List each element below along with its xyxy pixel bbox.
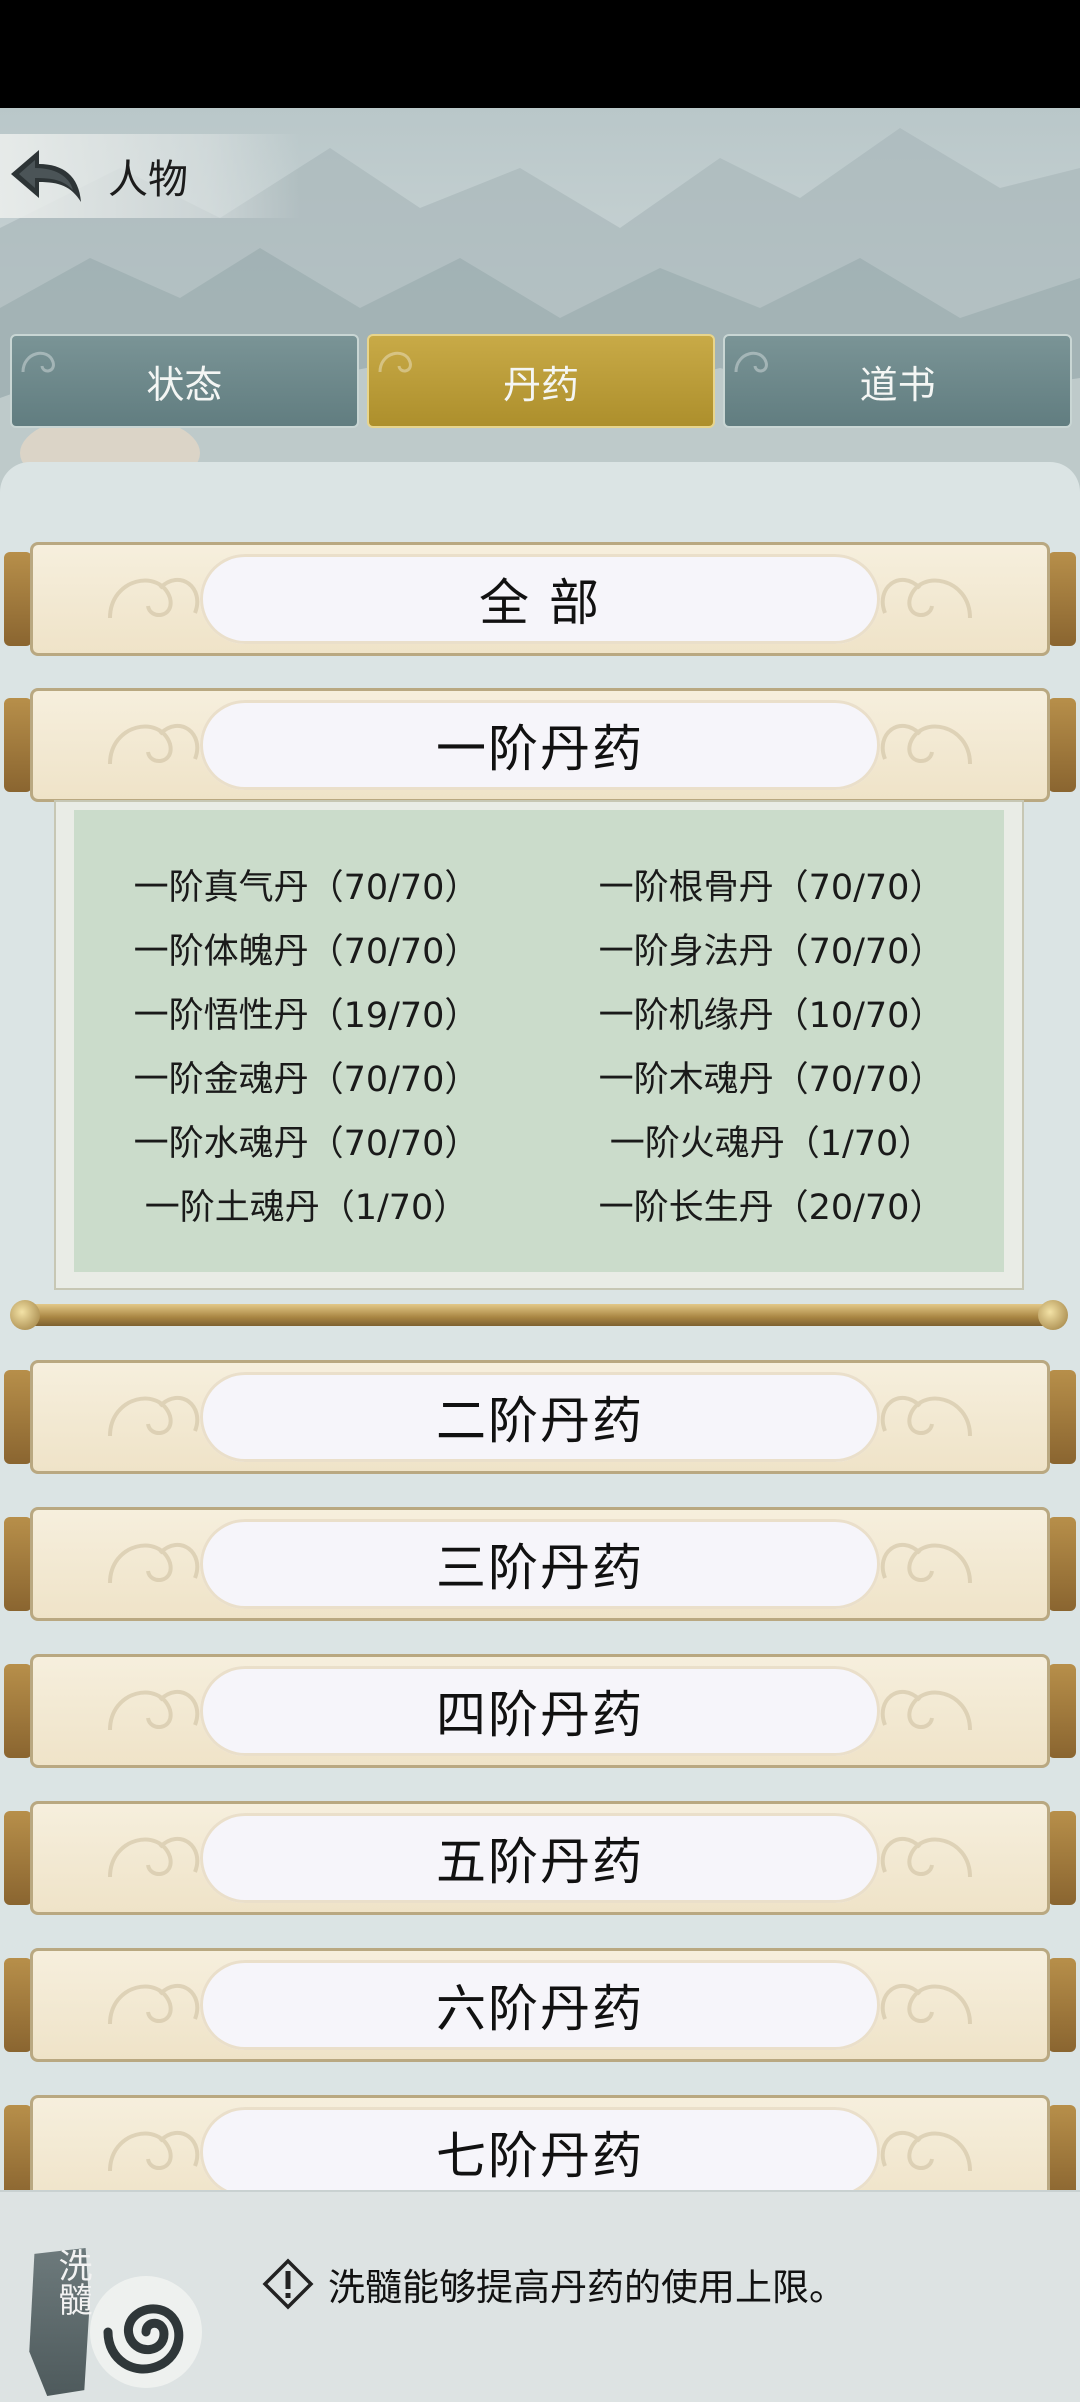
cloud-ornament-icon	[880, 1689, 972, 1731]
pill-item[interactable]: 一阶土魂丹（1/70）	[74, 1179, 539, 1230]
pill-item[interactable]: 一阶金魂丹（70/70）	[74, 1051, 539, 1102]
pill-item[interactable]: 一阶悟性丹（19/70）	[74, 987, 539, 1038]
scroll-end-left	[4, 2105, 32, 2190]
category-tier4[interactable]: 四阶丹药	[0, 1648, 1080, 1774]
category-tier1[interactable]: 一阶丹药	[0, 682, 1080, 808]
pill-item[interactable]: 一阶根骨丹（70/70）	[539, 859, 1004, 910]
pill-item[interactable]: 一阶体魄丹（70/70）	[74, 923, 539, 974]
pill-item[interactable]: 一阶身法丹（70/70）	[539, 923, 1004, 974]
tab-label: 道书	[859, 362, 936, 407]
pill-row: 一阶体魄丹（70/70） 一阶身法丹（70/70）	[74, 916, 1004, 980]
pill-item[interactable]: 一阶火魂丹（1/70）	[539, 1115, 1004, 1166]
pill-item[interactable]: 一阶长生丹（20/70）	[539, 1179, 1004, 1230]
warning-diamond-icon	[262, 2258, 314, 2310]
scroll-end-right	[1048, 552, 1076, 646]
scroll-end-left	[4, 1664, 32, 1758]
tab-pills[interactable]: 丹药	[366, 334, 716, 428]
tab-bar: 状态 丹药 道书	[10, 334, 1073, 430]
tab-label: 状态	[146, 362, 223, 407]
xisui-button[interactable]: 洗髓	[28, 2248, 208, 2398]
cloud-ornament-icon	[880, 723, 972, 765]
footer-bar: 洗髓 洗髓能够提高丹药的使用上限。	[0, 2190, 1080, 2402]
tab-status[interactable]: 状态	[10, 334, 359, 428]
cloud-ornament-icon	[108, 1836, 200, 1878]
scroll-end-right	[1048, 1517, 1076, 1611]
scroll-end-left	[4, 552, 32, 646]
category-all[interactable]: 全 部	[0, 536, 1080, 662]
category-tier2[interactable]: 二阶丹药	[0, 1354, 1080, 1480]
header-bar: 人物	[0, 134, 300, 218]
scroll-end-left	[4, 698, 32, 792]
category-tier5[interactable]: 五阶丹药	[0, 1795, 1080, 1921]
back-arrow-icon	[11, 150, 81, 202]
xisui-label: 洗髓	[52, 2248, 92, 2316]
spiral-vortex-icon	[90, 2276, 202, 2388]
cloud-swirl-icon	[21, 351, 55, 373]
pill-row: 一阶土魂丹（1/70） 一阶长生丹（20/70）	[74, 1172, 1004, 1236]
category-label: 二阶丹药	[200, 1372, 880, 1462]
pill-row: 一阶真气丹（70/70） 一阶根骨丹（70/70）	[74, 852, 1004, 916]
cloud-ornament-icon	[880, 2130, 972, 2172]
category-label: 五阶丹药	[200, 1813, 880, 1903]
cloud-ornament-icon	[108, 577, 200, 619]
category-label: 六阶丹药	[200, 1960, 880, 2050]
scroll-end-right	[1048, 698, 1076, 792]
cloud-ornament-icon	[108, 1395, 200, 1437]
cloud-ornament-icon	[880, 1836, 972, 1878]
tier1-pill-list: 一阶真气丹（70/70） 一阶根骨丹（70/70） 一阶体魄丹（70/70） 一…	[54, 800, 1024, 1290]
pill-row: 一阶水魂丹（70/70） 一阶火魂丹（1/70）	[74, 1108, 1004, 1172]
pill-item[interactable]: 一阶木魂丹（70/70）	[539, 1051, 1004, 1102]
cloud-ornament-icon	[108, 1542, 200, 1584]
cloud-ornament-icon	[108, 723, 200, 765]
category-label: 四阶丹药	[200, 1666, 880, 1756]
pill-grid: 一阶真气丹（70/70） 一阶根骨丹（70/70） 一阶体魄丹（70/70） 一…	[74, 852, 1004, 1236]
category-label: 一阶丹药	[200, 700, 880, 790]
back-button[interactable]	[0, 134, 90, 218]
scroll-end-left	[4, 1370, 32, 1464]
pill-row: 一阶悟性丹（19/70） 一阶机缘丹（10/70）	[74, 980, 1004, 1044]
category-tier7[interactable]: 七阶丹药	[0, 2089, 1080, 2190]
cloud-ornament-icon	[880, 1542, 972, 1584]
scroll-end-right	[1048, 1370, 1076, 1464]
status-bar	[0, 0, 1080, 108]
cloud-ornament-icon	[880, 1395, 972, 1437]
hint-row: 洗髓能够提高丹药的使用上限。	[262, 2254, 846, 2314]
cloud-swirl-icon	[378, 351, 412, 373]
scroll-end-right	[1048, 2105, 1076, 2190]
cloud-ornament-icon	[108, 1689, 200, 1731]
cloud-ornament-icon	[880, 577, 972, 619]
scroll-end-right	[1048, 1958, 1076, 2052]
pill-list-background: 一阶真气丹（70/70） 一阶根骨丹（70/70） 一阶体魄丹（70/70） 一…	[74, 810, 1004, 1272]
category-tier6[interactable]: 六阶丹药	[0, 1942, 1080, 2068]
pill-row: 一阶金魂丹（70/70） 一阶木魂丹（70/70）	[74, 1044, 1004, 1108]
cloud-ornament-icon	[108, 2130, 200, 2172]
cloud-ornament-icon	[880, 1983, 972, 2025]
scroll-end-right	[1048, 1664, 1076, 1758]
category-label: 全 部	[200, 554, 880, 644]
hint-text: 洗髓能够提高丹药的使用上限。	[328, 2266, 846, 2309]
scroll-end-left	[4, 1517, 32, 1611]
category-label: 七阶丹药	[200, 2107, 880, 2190]
pill-item[interactable]: 一阶真气丹（70/70）	[74, 859, 539, 910]
cloud-ornament-icon	[108, 1983, 200, 2025]
pill-item[interactable]: 一阶机缘丹（10/70）	[539, 987, 1004, 1038]
scroll-rod	[10, 1300, 1068, 1330]
category-label: 三阶丹药	[200, 1519, 880, 1609]
category-tier3[interactable]: 三阶丹药	[0, 1501, 1080, 1627]
tab-daoshu[interactable]: 道书	[723, 334, 1073, 428]
cloud-swirl-icon	[734, 351, 769, 373]
scroll-end-left	[4, 1958, 32, 2052]
page-title: 人物	[108, 157, 188, 203]
tab-label: 丹药	[503, 362, 580, 407]
scroll-end-left	[4, 1811, 32, 1905]
scroll-end-right	[1048, 1811, 1076, 1905]
pill-item[interactable]: 一阶水魂丹（70/70）	[74, 1115, 539, 1166]
